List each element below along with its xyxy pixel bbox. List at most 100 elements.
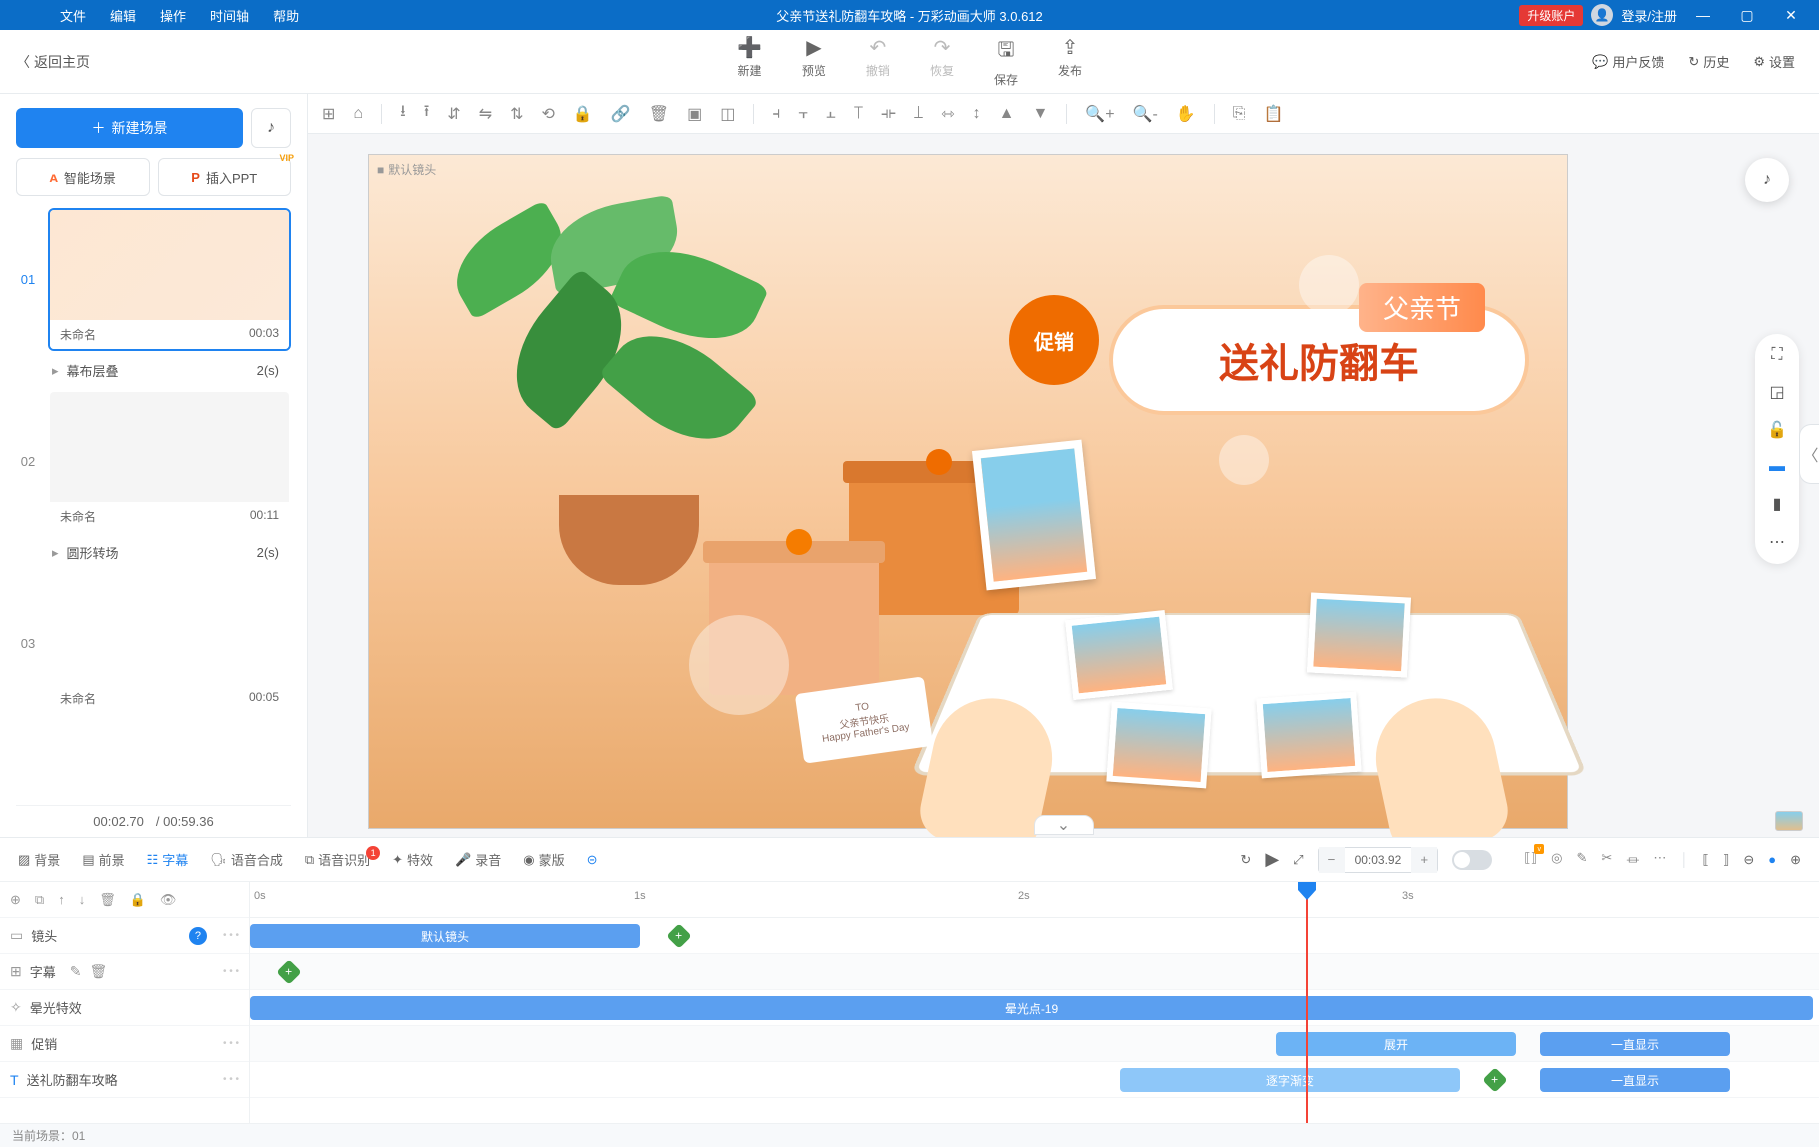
timeline-collapse[interactable]: ⌄	[1034, 815, 1094, 835]
cut-tool-icon[interactable]: ✂	[1601, 850, 1612, 869]
folder-icon[interactable]: ⧉	[35, 892, 44, 908]
settings-button[interactable]: ⚙设置	[1753, 52, 1795, 71]
work-stage[interactable]: ■默认镜头 促销 父亲节 送礼防翻车	[308, 134, 1819, 837]
music-fab[interactable]: ♪	[1745, 158, 1789, 202]
dist-v-icon[interactable]: ↕	[973, 105, 981, 123]
minimize-button[interactable]: —	[1685, 4, 1721, 26]
tab-record[interactable]: 🎤录音	[455, 850, 501, 869]
zoom-slider-dot[interactable]: ●	[1768, 852, 1776, 867]
track-row-subtitle[interactable]: +	[250, 954, 1819, 990]
arrow-down-icon[interactable]: ↓	[79, 892, 86, 907]
screen-icon[interactable]: ▬	[1769, 458, 1785, 476]
edit-icon[interactable]: ✎	[70, 963, 82, 980]
align-right-icon[interactable]: ⫠	[826, 105, 836, 123]
stage-canvas[interactable]: ■默认镜头 促销 父亲节 送礼防翻车	[368, 154, 1568, 829]
upgrade-button[interactable]: 升级账户	[1519, 5, 1583, 26]
del-icon[interactable]: 🗑	[89, 963, 107, 980]
in-point-icon[interactable]: ⟦	[1702, 852, 1708, 868]
tab-effects[interactable]: ✦特效	[392, 850, 433, 869]
time-plus[interactable]: +	[1411, 847, 1437, 873]
timeline-ruler[interactable]: 0s 1s 2s 3s	[250, 882, 1819, 918]
maximize-button[interactable]: ▢	[1729, 4, 1765, 26]
out-point-icon[interactable]: ⟧	[1723, 852, 1729, 868]
snap-toggle[interactable]	[1452, 850, 1492, 870]
send-back-icon[interactable]: ▼	[1032, 105, 1048, 123]
rotate-left-icon[interactable]: ⟲	[542, 104, 555, 124]
hand-icon[interactable]: ✋	[1176, 104, 1196, 124]
crop-icon[interactable]: ▣	[687, 104, 702, 124]
scene-card[interactable]: 未命名00:05	[48, 572, 291, 715]
zoom-out-tl-icon[interactable]: ⊖	[1743, 852, 1754, 868]
expand-icon[interactable]: ⤢	[1293, 852, 1303, 868]
new-button[interactable]: ➕新建	[737, 35, 762, 88]
align-center-icon[interactable]: ⫟	[798, 105, 808, 123]
ruler-icon[interactable]: ⊞	[322, 104, 335, 124]
flip-h-icon[interactable]: ⇋	[479, 104, 492, 124]
track-camera[interactable]: ▭镜头?• • •	[0, 918, 249, 954]
unlock-icon[interactable]: 🔓	[1767, 420, 1787, 440]
time-minus[interactable]: −	[1319, 847, 1345, 873]
add-keyframe[interactable]: +	[1482, 1067, 1507, 1092]
history-button[interactable]: ↻历史	[1688, 52, 1729, 71]
scene-card[interactable]: 未命名00:03	[48, 208, 291, 351]
trash-icon[interactable]: 🗑	[649, 104, 669, 124]
redo-button[interactable]: ↷恢复	[930, 35, 954, 88]
clip-camera[interactable]: 默认镜头	[250, 924, 640, 948]
panel-collapse[interactable]: 〈	[1799, 424, 1819, 484]
login-link[interactable]: 登录/注册	[1621, 6, 1677, 25]
camera-tool-icon[interactable]: ◎	[1551, 850, 1562, 869]
clip-always-show-2[interactable]: 一直显示	[1540, 1068, 1730, 1092]
tab-mask[interactable]: ◉蒙版	[523, 850, 564, 869]
filter-tool-icon[interactable]: ⏛	[1626, 850, 1639, 869]
add-keyframe[interactable]: +	[666, 923, 691, 948]
more-icon[interactable]: ⋯	[1769, 532, 1785, 552]
background-chip[interactable]	[1775, 811, 1803, 831]
tab-tts[interactable]: 🗣语音合成	[210, 850, 283, 869]
back-home-button[interactable]: 〈 返回主页	[16, 52, 90, 72]
phone-icon[interactable]: ▮	[1773, 494, 1782, 514]
tab-more[interactable]: ⊝	[587, 852, 598, 868]
align-left-icon[interactable]: ⫞	[772, 105, 780, 123]
feedback-button[interactable]: 💬用户反馈	[1592, 52, 1664, 71]
menu-timeline[interactable]: 时间轴	[200, 2, 259, 29]
flip-v-icon[interactable]: ⇅	[510, 104, 523, 124]
playhead[interactable]	[1306, 882, 1308, 1123]
copy-icon[interactable]: ⎘	[1233, 105, 1246, 123]
menu-edit[interactable]: 编辑	[100, 2, 146, 29]
marker-icon[interactable]: ⟦⟧v	[1524, 850, 1537, 869]
add-keyframe[interactable]: +	[276, 959, 301, 984]
scene-item-01[interactable]: 01 未命名00:03	[16, 208, 291, 351]
scene-card[interactable]: 未命名00:11	[48, 390, 291, 533]
trash-track-icon[interactable]: 🗑	[99, 892, 116, 908]
transition-row-02[interactable]: ▸ 圆形转场 2(s)	[16, 539, 291, 572]
eye-icon[interactable]: 👁	[160, 892, 177, 908]
align-top-icon[interactable]: ⟙	[854, 105, 863, 123]
zoom-in-icon[interactable]: 🔍+	[1085, 104, 1114, 124]
track-row-glow[interactable]: 晕光点-19	[250, 990, 1819, 1026]
zoom-out-icon[interactable]: 🔍-	[1133, 104, 1158, 124]
undo-button[interactable]: ↶撤销	[866, 35, 890, 88]
track-title-text[interactable]: T送礼防翻车攻略• • •	[0, 1062, 249, 1098]
track-glow-fx[interactable]: ✧晕光特效	[0, 990, 249, 1026]
tab-asr[interactable]: ⧉语音识别1	[305, 850, 370, 869]
play-timeline-button[interactable]: ▶	[1265, 849, 1279, 870]
dots-tool-icon[interactable]: ⋯	[1653, 850, 1666, 869]
close-button[interactable]: ✕	[1773, 4, 1809, 26]
insert-ppt-button[interactable]: P插入PPTVIP	[158, 158, 292, 196]
timeline-tracks[interactable]: 0s 1s 2s 3s 默认镜头 + + 晕光点-19 展开 一直显示 逐字渐变…	[250, 882, 1819, 1123]
clip-always-show[interactable]: 一直显示	[1540, 1032, 1730, 1056]
edit-tool-icon[interactable]: ✎	[1577, 850, 1588, 869]
align-up-icon[interactable]: ⭱	[424, 100, 430, 127]
lock-icon[interactable]: 🔒	[573, 104, 593, 124]
menu-action[interactable]: 操作	[150, 2, 196, 29]
add-track-icon[interactable]: ⊕	[10, 892, 21, 908]
scene-item-03[interactable]: 03 未命名00:05	[16, 572, 291, 715]
lock-track-icon[interactable]: 🔒	[130, 892, 146, 908]
track-row-title[interactable]: 逐字渐变 + 一直显示	[250, 1062, 1819, 1098]
clip-glow[interactable]: 晕光点-19	[250, 996, 1813, 1020]
align-bottom-icon[interactable]: ⟘	[914, 105, 923, 123]
align-down-icon[interactable]: ⭳	[400, 100, 406, 127]
ai-scene-button[interactable]: ᴀ智能场景	[16, 158, 150, 196]
track-promo[interactable]: ▦促销• • •	[0, 1026, 249, 1062]
bring-front-icon[interactable]: ▲	[999, 105, 1015, 123]
